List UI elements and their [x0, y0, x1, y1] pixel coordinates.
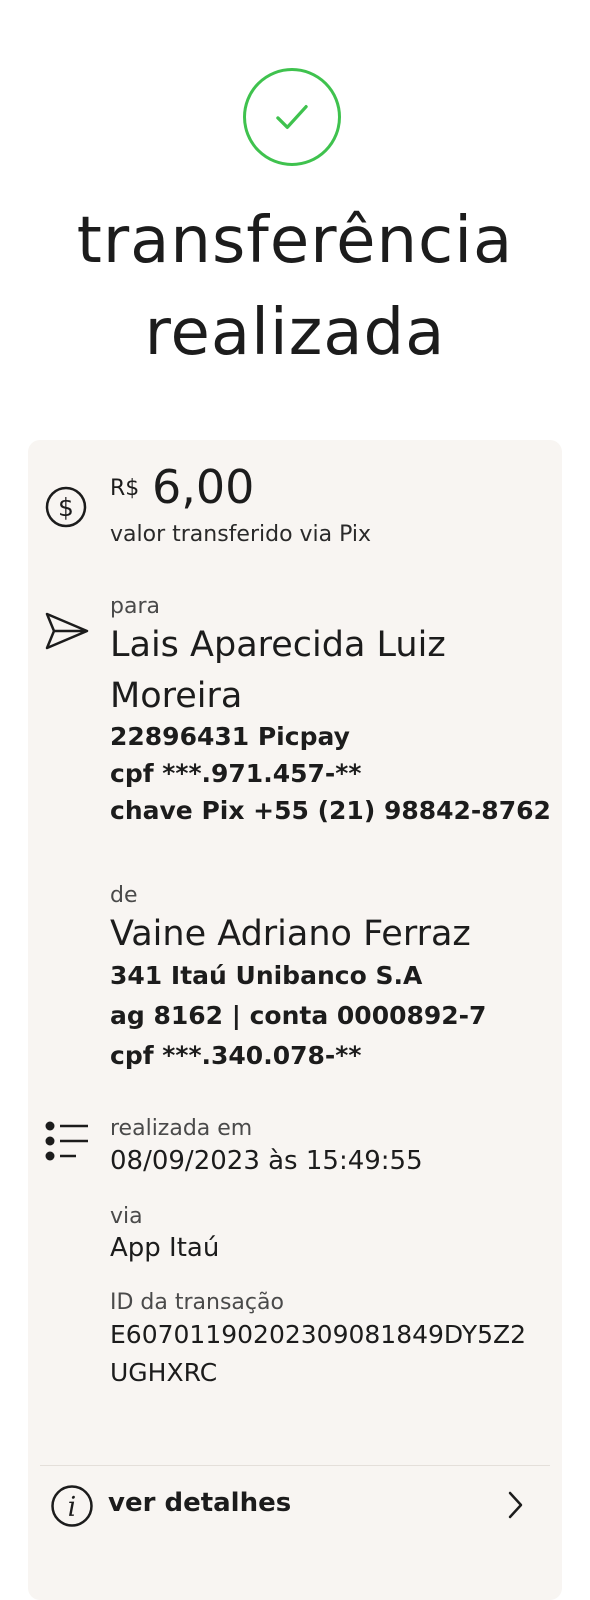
title-line-2: realizada: [144, 296, 446, 370]
page-title: transferência realizada: [0, 195, 590, 379]
svg-text:$: $: [58, 493, 74, 522]
recipient-bank: 22896431 Picpay: [110, 722, 350, 751]
recipient-pix-key: chave Pix +55 (21) 98842-8762: [110, 796, 551, 825]
svg-text:i: i: [68, 1492, 77, 1523]
sender-cpf: cpf ***.340.078-**: [110, 1041, 362, 1070]
sender-account: ag 8162 | conta 0000892-7: [110, 1001, 487, 1030]
chevron-right-icon: [506, 1490, 524, 1520]
amount-caption: valor transferido via Pix: [110, 522, 372, 547]
amount-value: 6,00: [152, 460, 255, 514]
via-value: App Itaú: [110, 1233, 220, 1263]
transaction-id-label: ID da transação: [110, 1290, 284, 1315]
dollar-icon: $: [44, 485, 88, 529]
sender-name: Vaine Adriano Ferraz: [110, 914, 471, 954]
see-details-row[interactable]: i ver detalhes: [28, 1466, 562, 1548]
see-details-label: ver detalhes: [108, 1488, 292, 1518]
recipient-cpf: cpf ***.971.457-**: [110, 759, 362, 788]
sender-bank: 341 Itaú Unibanco S.A: [110, 961, 423, 990]
success-check-icon: [243, 68, 341, 166]
send-icon: [44, 610, 90, 652]
via-label: via: [110, 1204, 143, 1229]
recipient-name-line-1: Lais Aparecida Luiz: [110, 625, 446, 665]
recipient-name-line-2: Moreira: [110, 676, 243, 716]
transaction-id-line-1: E60701190202309081849DY5Z2: [110, 1320, 527, 1349]
date-label: realizada em: [110, 1116, 253, 1141]
recipient-label: para: [110, 594, 160, 619]
transaction-id-line-2: UGHXRC: [110, 1358, 218, 1387]
info-icon: i: [50, 1484, 94, 1528]
list-icon: [44, 1120, 90, 1166]
sender-label: de: [110, 883, 138, 908]
currency-label: R$: [110, 476, 140, 501]
date-value: 08/09/2023 às 15:49:55: [110, 1146, 423, 1176]
title-line-1: transferência: [76, 204, 514, 278]
